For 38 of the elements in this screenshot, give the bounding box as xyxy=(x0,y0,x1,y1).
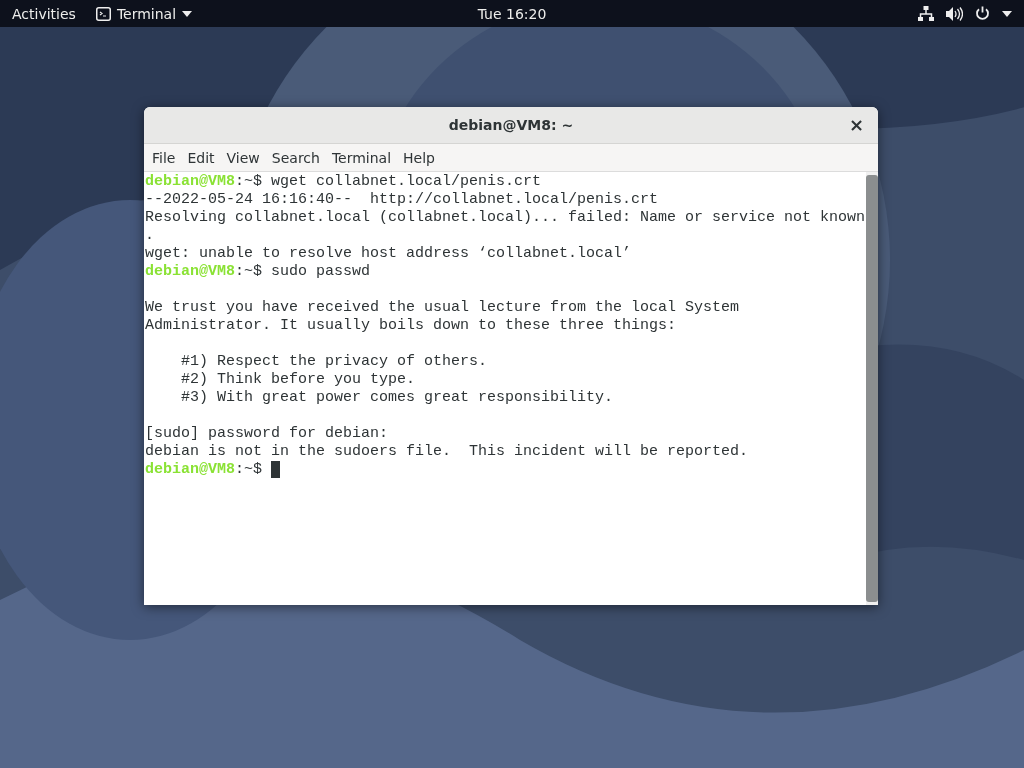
command-text: wget collabnet.local/penis.crt xyxy=(271,173,542,190)
activities-button[interactable]: Activities xyxy=(12,5,76,22)
output-line: We trust you have received the usual lecture from the local System xyxy=(145,299,740,316)
app-menu[interactable]: Terminal xyxy=(95,5,193,22)
output-line: #2) Think before you type. xyxy=(180,371,416,388)
power-icon[interactable] xyxy=(975,6,990,21)
menu-item[interactable]: Edit xyxy=(181,149,221,166)
text-cursor xyxy=(271,461,281,478)
command-text: sudo passwd xyxy=(271,263,371,280)
prompt-text: debian@VM8 xyxy=(145,173,235,190)
prompt-text: debian@VM8 xyxy=(145,263,235,280)
output-line: Resolving collabnet.local (collabnet.local)... failed: Name or service not known xyxy=(145,209,866,226)
caret-icon[interactable] xyxy=(1002,10,1012,17)
window-title: debian@VM8: ~ xyxy=(448,117,574,133)
menu-item[interactable]: View xyxy=(220,149,266,166)
menu-item[interactable]: Help xyxy=(397,149,441,166)
network-icon[interactable] xyxy=(918,6,934,21)
prompt-path: :~$ xyxy=(235,461,264,478)
volume-icon[interactable] xyxy=(946,6,963,21)
output-line: debian is not in the sudoers file. This incident will be reported. xyxy=(145,443,749,460)
output-line: . xyxy=(145,227,154,244)
output-line: --2022-05-24 16:16:40-- http://collabnet.local/penis.crt xyxy=(145,191,659,208)
scrollbar[interactable] xyxy=(866,172,878,605)
prompt-text: debian@VM8 xyxy=(145,461,235,478)
output-line: #1) Respect the privacy of others. xyxy=(180,353,488,370)
prompt-path: :~$ xyxy=(235,173,264,190)
menu-item[interactable]: Terminal xyxy=(325,149,398,166)
output-line: #3) With great power comes great responsibility. xyxy=(180,389,614,406)
close-button[interactable]: × xyxy=(844,115,868,135)
clock[interactable]: Tue 16:20 xyxy=(477,5,547,22)
output-line: [sudo] password for debian: xyxy=(145,425,389,442)
menu-item[interactable]: Search xyxy=(265,149,326,166)
menu-item[interactable]: File xyxy=(146,149,182,166)
terminal-icon xyxy=(95,6,111,21)
prompt-path: :~$ xyxy=(235,263,264,280)
output-line: Administrator. It usually boils down to these three things: xyxy=(145,317,677,334)
output-line: wget: unable to resolve host address ‘collabnet.local’ xyxy=(145,245,632,262)
caret-icon xyxy=(182,10,193,17)
